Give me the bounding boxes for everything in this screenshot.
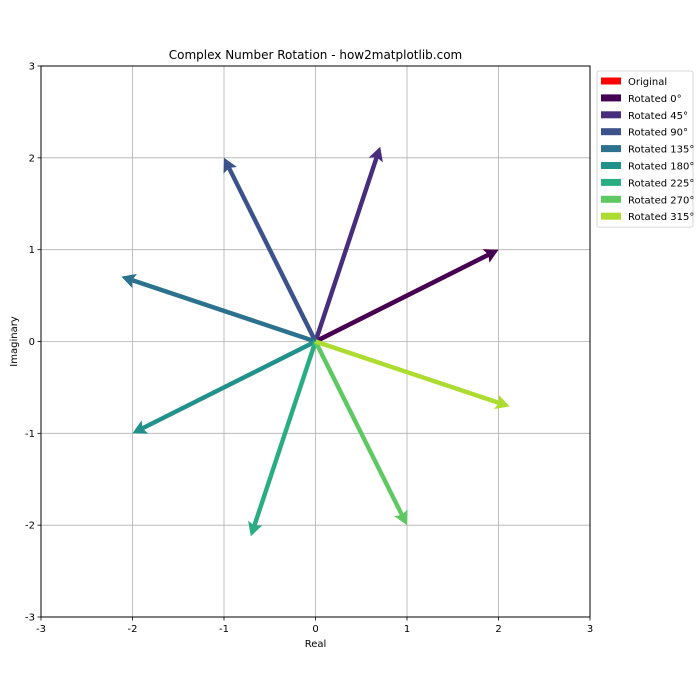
x-tick-label: -3 (36, 624, 46, 635)
y-tick-label: -3 (25, 613, 35, 624)
legend-swatch (601, 111, 621, 119)
chart-title: Complex Number Rotation - how2matplotlib… (169, 48, 462, 62)
chart: -3 -2 -1 0 1 2 3 -3 -2 -1 0 1 2 3 Complex Number Rota… (9, 48, 694, 650)
legend-swatch (601, 94, 621, 102)
x-axis-label: Real (305, 639, 327, 650)
legend-label: Rotated 0° (628, 94, 682, 105)
y-tick-label: 3 (29, 62, 35, 73)
y-tick-label: 2 (29, 153, 35, 164)
ticks: -3 -2 -1 0 1 2 3 -3 -2 -1 0 1 2 3 (25, 62, 593, 636)
legend-label: Rotated 315° (628, 212, 694, 223)
x-tick-label: 3 (587, 624, 593, 635)
y-axis-label: Imaginary (9, 316, 20, 367)
x-tick-label: 2 (495, 624, 501, 635)
legend-swatch (601, 145, 621, 153)
legend-swatch (601, 178, 621, 186)
legend: Original Rotated 0° Rotated 45° Rotated 90°… (596, 70, 694, 228)
x-tick-label: 1 (404, 624, 410, 635)
legend-label: Rotated 135° (628, 145, 694, 156)
legend-swatch (601, 195, 621, 203)
y-tick-label: -1 (25, 429, 35, 440)
legend-label: Rotated 90° (628, 128, 688, 139)
x-tick-label: -2 (128, 624, 138, 635)
legend-swatch (601, 212, 621, 220)
legend-label: Original (628, 77, 667, 88)
legend-label: Rotated 45° (628, 111, 688, 122)
legend-label: Rotated 270° (628, 195, 694, 206)
legend-label: Rotated 225° (628, 178, 694, 189)
legend-swatch (601, 128, 621, 136)
y-tick-label: 0 (29, 337, 35, 348)
x-tick-label: 0 (312, 624, 318, 635)
y-tick-label: -2 (25, 521, 35, 532)
legend-swatch (601, 162, 621, 169)
y-tick-label: 1 (29, 245, 35, 256)
legend-swatch (601, 77, 621, 85)
x-tick-label: -1 (219, 624, 229, 635)
legend-label: Rotated 180° (628, 162, 694, 173)
